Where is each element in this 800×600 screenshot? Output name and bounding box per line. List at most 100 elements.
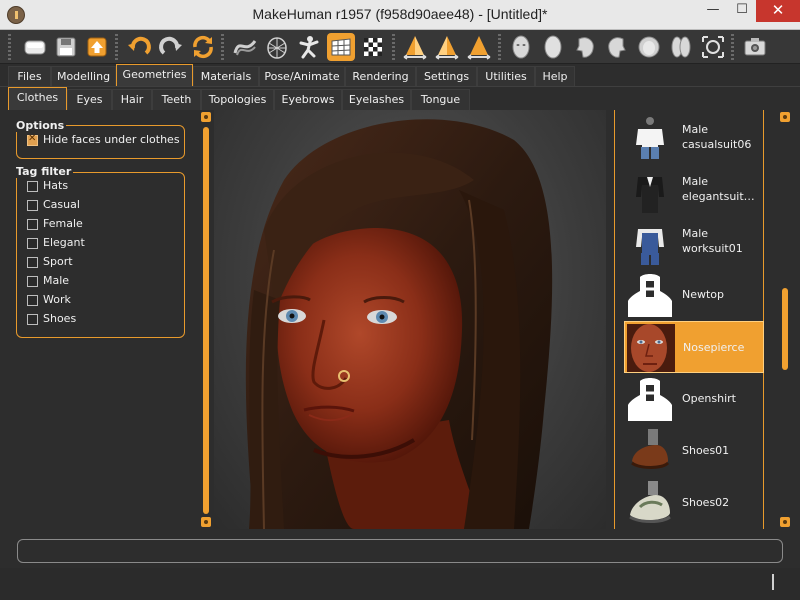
left-panel-scrollbar[interactable]	[201, 112, 211, 527]
back-view-icon[interactable]	[465, 33, 493, 61]
screenshot-icon[interactable]	[741, 33, 769, 61]
tab-pose-animate[interactable]: Pose/Animate	[259, 66, 345, 86]
tab-settings[interactable]: Settings	[416, 66, 477, 86]
tab-utilities[interactable]: Utilities	[477, 66, 535, 86]
toolbar-separator	[115, 34, 118, 60]
smooth-icon[interactable]	[231, 33, 259, 61]
tag-female-label: Female	[43, 217, 83, 230]
tag-filter-group	[16, 172, 185, 338]
tag-hats-label: Hats	[43, 179, 69, 192]
newtop-placeholder-icon	[626, 271, 674, 319]
list-item-shoes01[interactable]: Shoes01	[624, 425, 764, 477]
reset-icon[interactable]	[189, 33, 217, 61]
scroll-down-arrow[interactable]	[201, 517, 211, 527]
tag-female-check-box[interactable]	[27, 219, 38, 230]
close-button[interactable]: ✕	[756, 0, 800, 22]
command-input[interactable]	[17, 539, 783, 563]
openshirt-placeholder-icon	[626, 375, 674, 423]
shoes02-label: Shoes02	[682, 496, 730, 509]
3d-viewport[interactable]	[214, 110, 606, 529]
tab-eyes[interactable]: Eyes	[67, 89, 112, 110]
elegantsuit-thumbnail-icon	[626, 167, 674, 215]
shoes01-thumbnail-icon	[626, 427, 674, 475]
face-right-icon[interactable]	[603, 33, 631, 61]
title-bar: MakeHuman r1957 (f958d90aee48) - [Untitl…	[0, 0, 800, 30]
face-bottom-icon[interactable]	[667, 33, 695, 61]
toolbar-separator	[498, 34, 501, 60]
tab-materials[interactable]: Materials	[193, 66, 259, 86]
tab-tongue[interactable]: Tongue	[411, 89, 470, 110]
tag-male-check-box[interactable]	[27, 276, 38, 287]
tag-hats-check-box[interactable]	[27, 181, 38, 192]
save-icon[interactable]	[52, 33, 80, 61]
list-item-elegantsuit[interactable]: Male elegantsuit…	[624, 165, 764, 217]
tag-sport-check-box[interactable]	[27, 257, 38, 268]
list-item-worksuit[interactable]: Male worksuit01	[624, 217, 764, 269]
elegantsuit-label: Male elegantsuit…	[682, 175, 755, 203]
tag-filter-title: Tag filter	[16, 165, 74, 178]
checker-background-icon[interactable]	[359, 33, 387, 61]
tab-eyelashes[interactable]: Eyelashes	[342, 89, 411, 110]
shoes01-label: Shoes01	[682, 444, 730, 457]
redo-icon[interactable]	[157, 33, 185, 61]
clothes-list-panel: Male casualsuit06 Male elegantsuit… Male…	[614, 110, 800, 530]
clothes-list-scrollbar[interactable]	[780, 112, 790, 527]
status-bar-grip	[772, 574, 774, 590]
makehuman-window: MakeHuman r1957 (f958d90aee48) - [Untitl…	[0, 0, 800, 600]
reset-camera-icon[interactable]	[699, 33, 727, 61]
wireframe-icon[interactable]	[263, 33, 291, 61]
tag-work-check-box[interactable]	[27, 295, 38, 306]
tab-help[interactable]: Help	[535, 66, 575, 86]
casualsuit-thumbnail-icon	[626, 115, 674, 163]
maximize-button[interactable]: ☐	[727, 0, 757, 22]
tag-elegant-check-box[interactable]	[27, 238, 38, 249]
toolbar-separator	[392, 34, 395, 60]
hide-faces-label: Hide faces under clothes	[43, 133, 180, 146]
tag-male-label: Male	[43, 274, 70, 287]
options-title: Options	[16, 119, 67, 132]
toolbar-grip	[8, 34, 11, 60]
list-item-casualsuit[interactable]: Male casualsuit06	[624, 113, 764, 165]
minimize-button[interactable]: —	[698, 0, 728, 22]
human-model-render	[245, 119, 553, 529]
nosepierce-thumbnail-icon	[627, 324, 675, 372]
toggle-view-icon[interactable]	[21, 33, 49, 61]
scroll-up-arrow[interactable]	[201, 112, 211, 122]
left-scroll-handle[interactable]	[203, 127, 209, 514]
tab-eyebrows[interactable]: Eyebrows	[274, 89, 342, 110]
tag-casual-label: Casual	[43, 198, 80, 211]
list-scroll-up-arrow[interactable]	[780, 112, 790, 122]
tab-teeth[interactable]: Teeth	[152, 89, 201, 110]
tab-geometries[interactable]: Geometries	[116, 64, 193, 86]
tab-clothes[interactable]: Clothes	[8, 87, 67, 110]
bottom-bar	[0, 530, 800, 600]
tab-hair[interactable]: Hair	[112, 89, 152, 110]
face-top-icon[interactable]	[635, 33, 663, 61]
list-item-openshirt[interactable]: Openshirt	[624, 373, 764, 425]
list-scroll-down-arrow[interactable]	[780, 517, 790, 527]
face-left-icon[interactable]	[571, 33, 599, 61]
main-toolbar	[0, 30, 800, 64]
tab-files[interactable]: Files	[8, 66, 51, 86]
list-item-shoes02[interactable]: Shoes02	[624, 477, 764, 529]
casualsuit-label: Male casualsuit06	[682, 123, 752, 151]
face-back-icon[interactable]	[539, 33, 567, 61]
grid-icon[interactable]	[327, 33, 355, 61]
tab-rendering[interactable]: Rendering	[345, 66, 416, 86]
undo-icon[interactable]	[125, 33, 153, 61]
hide-faces-check-box[interactable]	[27, 133, 38, 146]
tag-shoes-check-box[interactable]	[27, 314, 38, 325]
tab-topologies[interactable]: Topologies	[201, 89, 274, 110]
export-icon[interactable]	[83, 33, 111, 61]
face-front-icon[interactable]	[507, 33, 535, 61]
list-scroll-handle[interactable]	[782, 288, 788, 370]
side-view-icon[interactable]	[433, 33, 461, 61]
tag-casual-check-box[interactable]	[27, 200, 38, 211]
tab-modelling[interactable]: Modelling	[51, 66, 116, 86]
list-item-newtop[interactable]: Newtop	[624, 269, 764, 321]
front-view-icon[interactable]	[401, 33, 429, 61]
list-item-nosepierce[interactable]: Nosepierce	[624, 321, 764, 373]
nosepierce-label: Nosepierce	[683, 341, 745, 354]
pose-icon[interactable]	[295, 33, 323, 61]
main-tab-bar: Files Modelling Geometries Materials Pos…	[0, 64, 800, 86]
